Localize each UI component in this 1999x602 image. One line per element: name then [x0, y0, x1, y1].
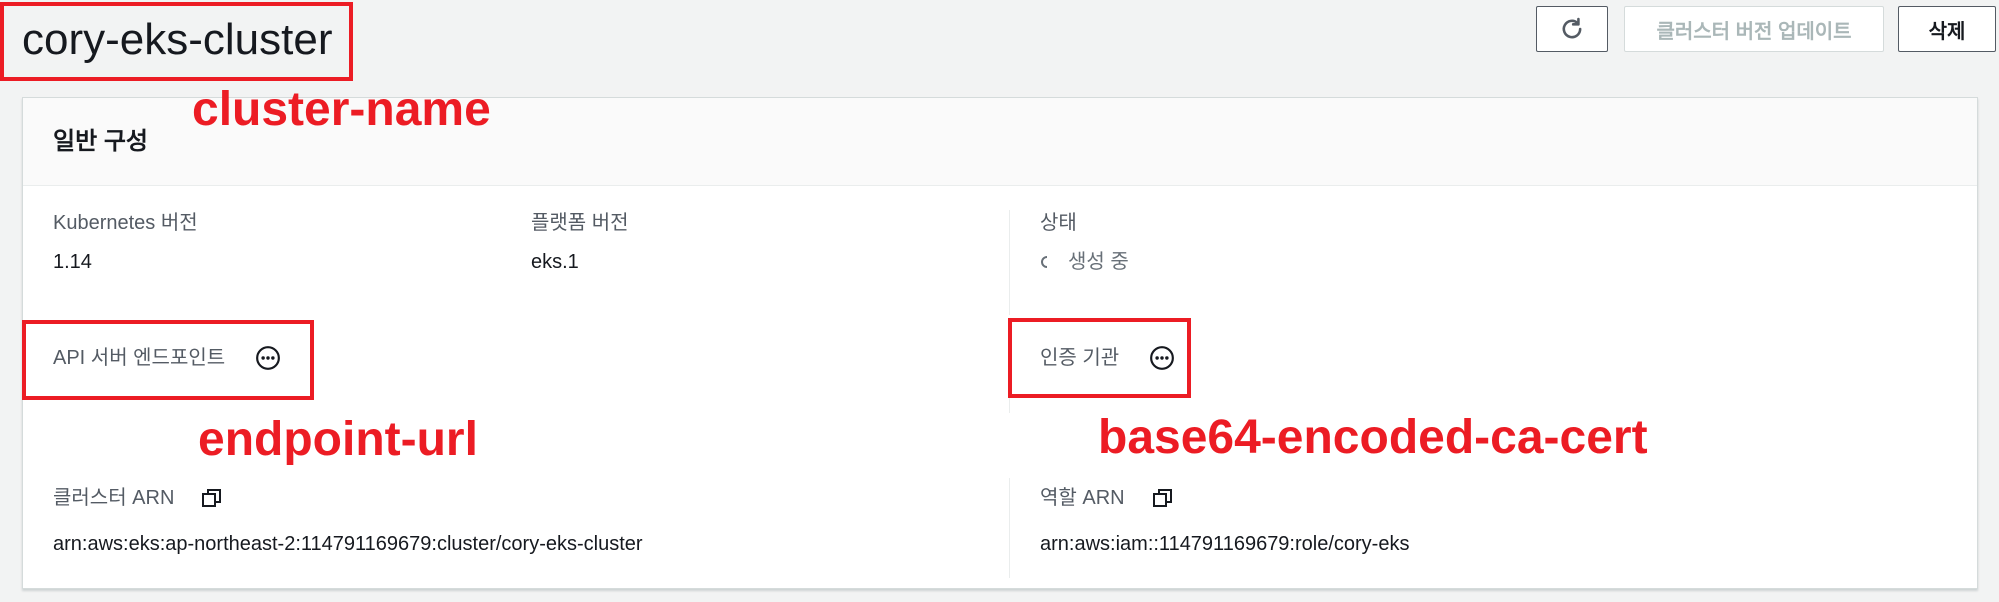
update-cluster-version-button[interactable]: 클러스터 버전 업데이트 — [1624, 6, 1884, 52]
certificate-authority-label-text: 인증 기관 — [1040, 347, 1120, 369]
role-arn-value: arn:aws:iam::114791169679:role/cory-eks — [1040, 533, 1410, 555]
api-endpoint-label-text: API 서버 엔드포인트 — [53, 347, 226, 369]
copy-icon[interactable] — [200, 486, 224, 510]
more-icon[interactable] — [255, 345, 281, 371]
platform-version-label: 플랫폼 버전 — [531, 212, 629, 234]
refresh-icon — [1562, 17, 1582, 39]
platform-version-value: eks.1 — [531, 251, 579, 273]
cluster-arn-label-text: 클러스터 ARN — [53, 487, 175, 509]
endpoint-url-annotation: endpoint-url — [198, 413, 478, 466]
column-divider — [1009, 353, 1010, 413]
kubernetes-version-label: Kubernetes 버전 — [53, 212, 198, 234]
general-config-panel: 일반 구성 Kubernetes 버전 1.14 플랫폼 버전 eks.1 상태… — [22, 97, 1978, 589]
cluster-name-annotation: cluster-name — [192, 83, 491, 136]
status-indicator: 생성 중 — [1040, 248, 1129, 276]
refresh-button[interactable] — [1536, 6, 1608, 52]
role-arn-label: 역할 ARN — [1040, 484, 1175, 512]
column-divider — [1009, 478, 1010, 578]
kubernetes-version-value: 1.14 — [53, 251, 92, 273]
role-arn-label-text: 역할 ARN — [1040, 487, 1125, 509]
ca-cert-annotation: base64-encoded-ca-cert — [1098, 411, 1648, 464]
api-endpoint-label: API 서버 엔드포인트 — [53, 344, 281, 372]
delete-button[interactable]: 삭제 — [1898, 6, 1996, 52]
more-icon[interactable] — [1149, 345, 1175, 371]
panel-title: 일반 구성 — [53, 128, 148, 155]
status-label: 상태 — [1040, 212, 1077, 234]
page-header: cory-eks-cluster 클러스터 버전 업데이트 삭제 — [0, 0, 1999, 95]
copy-icon[interactable] — [1151, 486, 1175, 510]
certificate-authority-label: 인증 기관 — [1040, 344, 1175, 372]
status-value: 생성 중 — [1068, 251, 1129, 273]
page-title: cory-eks-cluster — [22, 15, 333, 64]
cluster-arn-label: 클러스터 ARN — [53, 484, 224, 512]
column-divider — [1009, 210, 1010, 315]
cluster-arn-value: arn:aws:eks:ap-northeast-2:114791169679:… — [53, 533, 643, 555]
spinner-icon — [1041, 256, 1048, 268]
